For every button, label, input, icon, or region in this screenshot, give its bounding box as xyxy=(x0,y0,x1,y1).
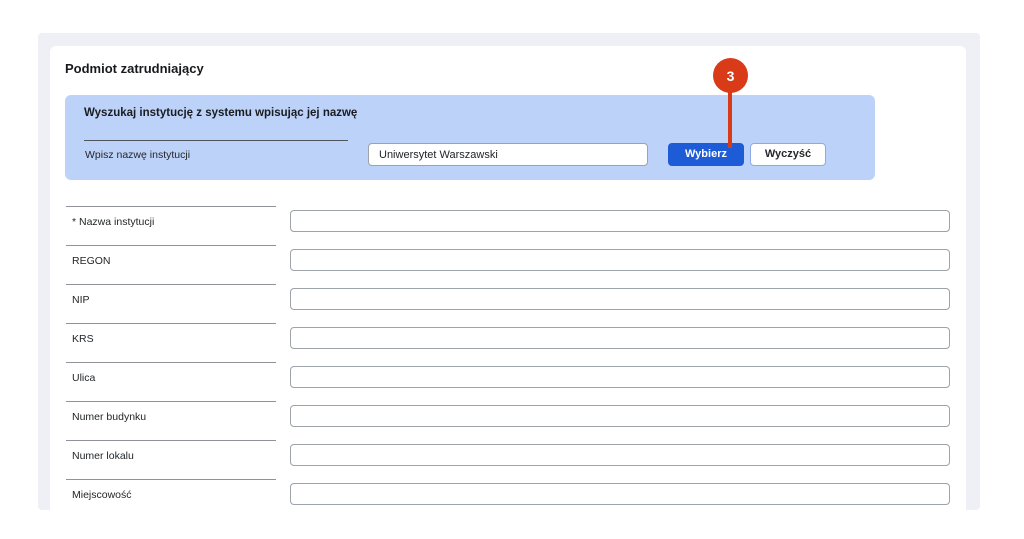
field-input[interactable] xyxy=(290,249,950,271)
field-label: Numer lokalu xyxy=(66,440,276,462)
step-pointer-line xyxy=(728,90,732,148)
field-label: Numer budynku xyxy=(66,401,276,423)
form-row: REGON xyxy=(66,245,950,284)
clear-button[interactable]: Wyczyść xyxy=(750,143,826,166)
field-label: Ulica xyxy=(66,362,276,384)
select-button[interactable]: Wybierz xyxy=(668,143,744,166)
field-label: * Nazwa instytucji xyxy=(66,206,276,228)
field-input[interactable] xyxy=(290,444,950,466)
field-label: NIP xyxy=(66,284,276,306)
search-panel-title: Wyszukaj instytucję z systemu wpisując j… xyxy=(84,107,357,119)
search-field-group: Wpisz nazwę instytucji xyxy=(84,140,348,161)
institution-search-input[interactable] xyxy=(368,143,648,166)
form-row: Ulica xyxy=(66,362,950,401)
page-title: Podmiot zatrudniający xyxy=(65,61,204,76)
search-input-label: Wpisz nazwę instytucji xyxy=(84,141,348,161)
institution-form: * Nazwa instytucji REGON NIP KRS Ulica Numer … xyxy=(66,206,950,510)
form-row: NIP xyxy=(66,284,950,323)
search-panel: Wyszukaj instytucję z systemu wpisując j… xyxy=(65,95,875,180)
form-row: Numer lokalu xyxy=(66,440,950,479)
field-label: REGON xyxy=(66,245,276,267)
form-row: * Nazwa instytucji xyxy=(66,206,950,245)
field-input[interactable] xyxy=(290,366,950,388)
field-input[interactable] xyxy=(290,483,950,505)
step-badge: 3 xyxy=(713,58,748,93)
form-row: Miejscowość xyxy=(66,479,950,510)
form-card: Podmiot zatrudniający Wyszukaj instytucj… xyxy=(50,46,966,510)
field-label: Miejscowość xyxy=(66,479,276,501)
form-row: KRS xyxy=(66,323,950,362)
content-band: Podmiot zatrudniający Wyszukaj instytucj… xyxy=(38,33,980,510)
form-row: Numer budynku xyxy=(66,401,950,440)
field-input[interactable] xyxy=(290,210,950,232)
field-input[interactable] xyxy=(290,288,950,310)
field-label: KRS xyxy=(66,323,276,345)
field-input[interactable] xyxy=(290,405,950,427)
field-input[interactable] xyxy=(290,327,950,349)
